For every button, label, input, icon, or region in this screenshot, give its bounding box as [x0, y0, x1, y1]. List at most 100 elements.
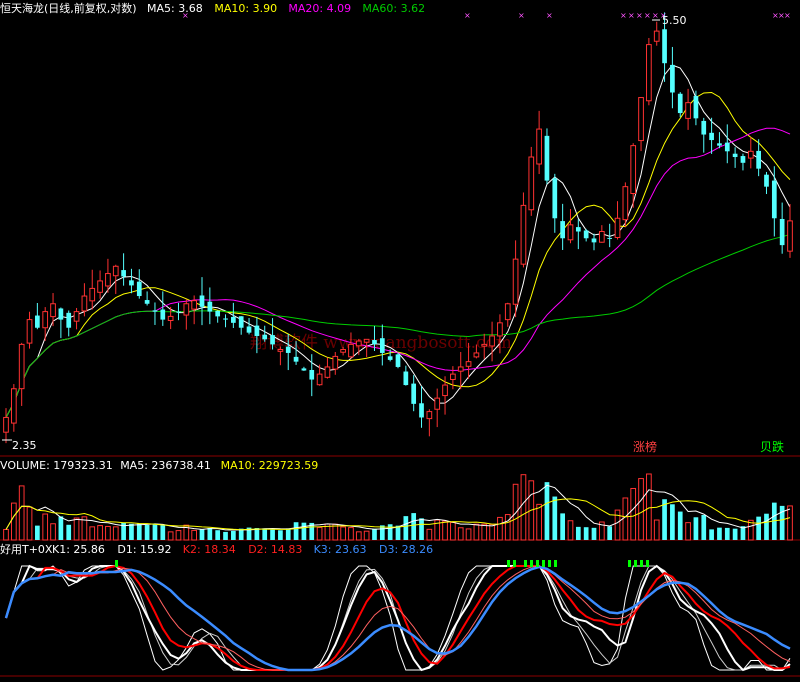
- kdj-indicator-3: D2: 14.83: [248, 543, 302, 556]
- marker-2: ×: [518, 11, 525, 20]
- volume-bar-down: [379, 525, 385, 540]
- volume-bar-down: [717, 527, 722, 540]
- candle-body-up: [340, 349, 346, 353]
- candle-body-up: [646, 44, 652, 102]
- volume-bar-down: [387, 524, 393, 540]
- signal-bar-9: [628, 560, 631, 567]
- candle-body-down: [309, 369, 315, 380]
- candle-body-down: [144, 300, 150, 304]
- candle-body-down: [662, 29, 667, 64]
- volume-bar-up: [630, 487, 637, 541]
- candle-body-up: [277, 349, 284, 352]
- price-indicator-0: MA5: 3.68: [147, 2, 203, 15]
- candle-body-down: [207, 301, 213, 312]
- candle-body-down: [693, 95, 699, 119]
- candle-body-down: [152, 310, 158, 312]
- volume-bar-down: [411, 513, 417, 540]
- candle-body-up: [105, 273, 111, 287]
- candle-body-up: [457, 366, 464, 372]
- volume-bar-up: [348, 527, 354, 541]
- candle-body-up: [497, 322, 503, 337]
- candle-body-down: [160, 309, 166, 320]
- volume-bar-up: [175, 530, 182, 541]
- volume-bar-down: [160, 525, 166, 540]
- candle-body-down: [238, 316, 244, 328]
- volume-bar-up: [89, 526, 96, 541]
- volume-bar-down: [583, 527, 589, 540]
- marker-7: ×: [644, 11, 651, 20]
- volume-bar-up: [340, 526, 346, 541]
- signal-bar-3: [524, 560, 527, 567]
- candle-body-down: [756, 150, 761, 169]
- volume-bar-up: [26, 506, 33, 541]
- volume-bar-down: [709, 529, 714, 540]
- volume-bar-up: [112, 526, 119, 541]
- candle-body-down: [771, 180, 777, 219]
- volume-bar-up: [73, 517, 80, 541]
- candle-body-up: [73, 311, 80, 322]
- candle-body-up: [747, 150, 754, 159]
- candle-body-up: [191, 300, 198, 310]
- volume-bar-up: [18, 485, 25, 541]
- candle-body-down: [223, 318, 228, 320]
- volume-bar-down: [756, 516, 761, 540]
- volume-bar-down: [231, 530, 236, 540]
- candle-body-up: [520, 204, 527, 265]
- volume-bar-down: [301, 522, 307, 540]
- candle-body-up: [42, 311, 49, 329]
- tag-beidie: 贝跌: [760, 439, 784, 454]
- price-indicator-3: MA60: 3.62: [362, 2, 425, 15]
- volume-bar-up: [442, 520, 448, 541]
- signal-bar-11: [640, 560, 643, 567]
- candle-body-down: [740, 156, 746, 163]
- candle-body-up: [638, 97, 644, 142]
- volume-bar-down: [591, 527, 597, 540]
- volume-bar-down: [293, 522, 299, 540]
- candle-body-down: [129, 280, 134, 286]
- candle-body-down: [583, 230, 589, 239]
- candle-body-down: [293, 356, 299, 362]
- volume-bar-up: [489, 523, 495, 541]
- candle-body-up: [630, 145, 637, 195]
- kdj-indicator-5: D3: 28.26: [379, 543, 433, 556]
- volume-bar-up: [105, 525, 111, 541]
- candle-body-down: [395, 354, 401, 367]
- volume-bar-down: [544, 482, 550, 540]
- candle-body-up: [112, 265, 119, 277]
- candle-body-up: [598, 231, 605, 243]
- volume-bar-up: [167, 531, 174, 541]
- volume-bar-up: [97, 525, 103, 541]
- candle-body-up: [18, 343, 25, 390]
- volume-bar-down: [607, 526, 613, 540]
- candle-body-up: [473, 352, 480, 358]
- candle-body-down: [552, 178, 558, 219]
- volume-bar-down: [693, 517, 699, 540]
- signal-bar-5: [536, 560, 539, 567]
- volume-bar-down: [152, 524, 158, 540]
- volume-bar-up: [536, 503, 542, 541]
- candle-body-up: [81, 295, 88, 312]
- candle-body-down: [560, 221, 565, 239]
- volume-bar-up: [457, 527, 464, 541]
- candle-body-up: [183, 303, 190, 316]
- volume-bar-up: [685, 522, 691, 541]
- candle-body-down: [231, 316, 236, 323]
- high-price-label: 5.50: [662, 14, 687, 27]
- candle-body-down: [709, 132, 714, 141]
- candle-body-up: [26, 319, 33, 344]
- signal-bar-10: [634, 560, 637, 567]
- candle-body-up: [787, 220, 793, 252]
- volume-bar-down: [701, 514, 707, 540]
- marker-0: ×: [182, 11, 189, 20]
- low-price-label: 2.35: [12, 439, 37, 452]
- kdj-indicator-4: K3: 23.63: [314, 543, 367, 556]
- candle-body-down: [372, 340, 377, 345]
- volume-indicator-1: MA5: 236738.41: [120, 459, 211, 472]
- signal-bar-4: [530, 560, 533, 567]
- volume-bar-up: [450, 521, 456, 541]
- candle-body-up: [89, 287, 96, 302]
- kdj-indicator-0: K1: 25.86: [52, 543, 105, 556]
- volume-bar-down: [207, 528, 213, 540]
- volume-bar-down: [732, 528, 738, 540]
- volume-bar-up: [512, 483, 519, 541]
